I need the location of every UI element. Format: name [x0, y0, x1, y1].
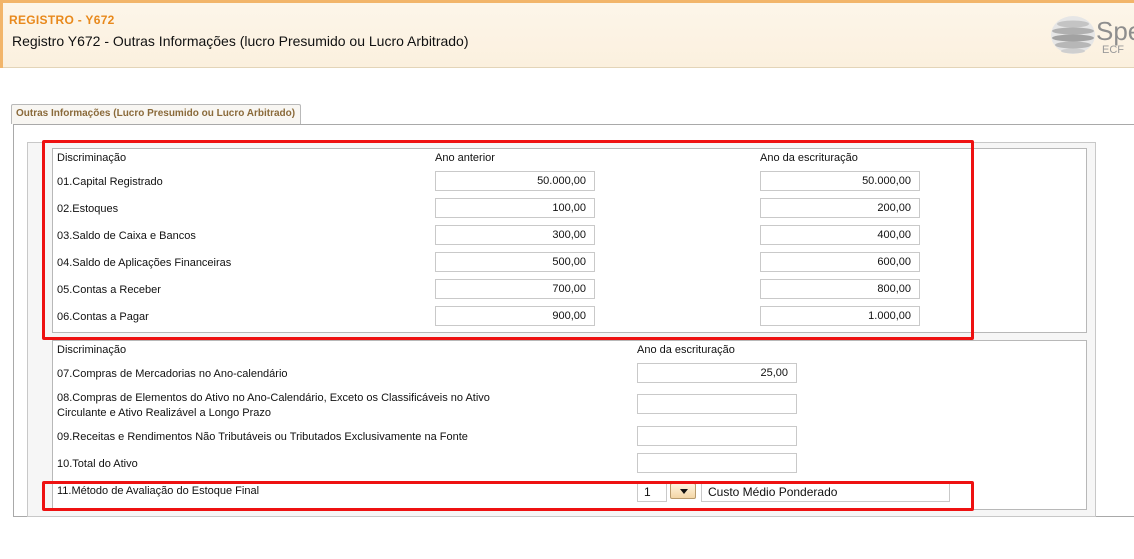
highlight-box-metodo — [42, 481, 974, 511]
tab-outras-informacoes[interactable]: Outras Informações (Lucro Presumido ou L… — [11, 104, 302, 124]
highlight-box-balance — [42, 140, 974, 340]
total-ativo-field[interactable] — [637, 453, 797, 473]
col-header-discriminacao-2: Discriminação — [57, 344, 127, 356]
header-accent-line — [0, 0, 1134, 3]
register-title: Registro Y672 - Outras Informações (lucr… — [12, 33, 469, 49]
compras-mercadorias-field[interactable]: 25,00 — [637, 363, 797, 383]
col-header-ano-escrituracao-2: Ano da escrituração — [637, 344, 735, 356]
register-code: REGISTRO - Y672 — [9, 13, 115, 27]
header-accent-bar — [0, 3, 3, 68]
register-header: REGISTRO - Y672 Registro Y672 - Outras I… — [0, 0, 1134, 68]
logo-subtext: ECF — [1102, 44, 1124, 56]
page-root: REGISTRO - Y672 Registro Y672 - Outras I… — [0, 0, 1134, 559]
receitas-nao-tributaveis-field[interactable] — [637, 426, 797, 446]
row-label-compras-mercadorias: 07.Compras de Mercadorias no Ano-calendá… — [57, 368, 288, 380]
sped-ecf-logo: Spe ECF — [1046, 12, 1134, 62]
compras-ativo-field[interactable] — [637, 394, 797, 414]
sped-globe-icon — [1051, 16, 1095, 54]
logo-text: Spe — [1096, 16, 1134, 46]
row-label-receitas-nao-tributaveis: 09.Receitas e Rendimentos Não Tributávei… — [57, 431, 468, 443]
row-label-compras-ativo: 08.Compras de Elementos do Ativo no Ano-… — [57, 392, 490, 419]
row-label-total-ativo: 10.Total do Ativo — [57, 458, 138, 470]
